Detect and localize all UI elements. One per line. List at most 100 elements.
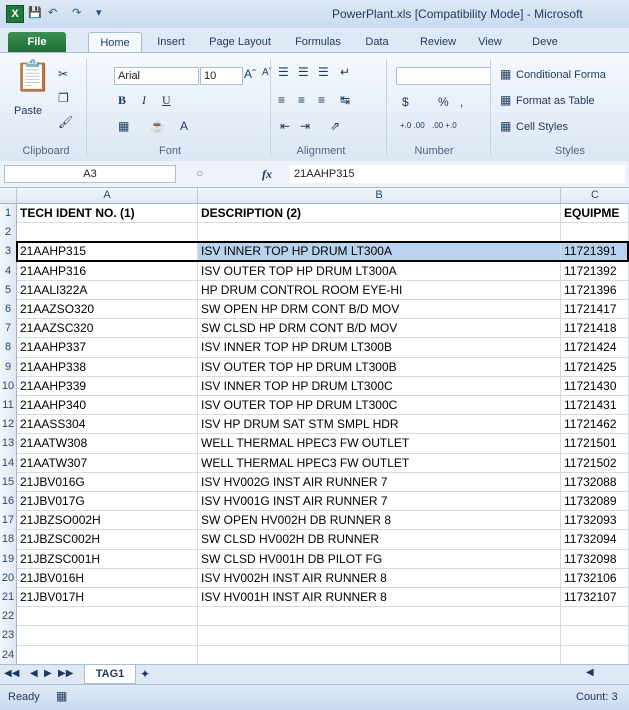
name-box[interactable]: A3	[4, 165, 176, 183]
undo-icon[interactable]: ↶	[48, 5, 57, 21]
currency-format-button[interactable]: $	[402, 95, 409, 109]
table-cell[interactable]: 21AAZSC320	[17, 319, 198, 339]
comma-format-button[interactable]: ,	[460, 95, 463, 109]
table-cell[interactable]: ISV OUTER TOP HP DRUM LT300A	[198, 261, 561, 281]
table-cell[interactable]: WELL THERMAL HPEC3 FW OUTLET	[198, 434, 561, 454]
table-cell[interactable]	[561, 645, 629, 664]
table-cell[interactable]: SW CLSD HV001H DB PILOT FG	[198, 549, 561, 569]
table-cell[interactable]: 11721391	[561, 242, 629, 262]
row-header[interactable]: 23	[0, 626, 17, 647]
table-cell[interactable]: 11732094	[561, 530, 629, 550]
formula-input[interactable]: 21AAHP315	[290, 165, 625, 183]
font-color-icon[interactable]: A	[180, 119, 188, 133]
row-header[interactable]: 15	[0, 472, 17, 493]
table-cell[interactable]: ISV INNER TOP HP DRUM LT300C	[198, 376, 561, 396]
grow-font-icon[interactable]: Aˆ	[244, 67, 256, 81]
table-cell[interactable]: WELL THERMAL HPEC3 FW OUTLET	[198, 453, 561, 473]
bold-icon[interactable]: B	[118, 93, 126, 108]
row-header[interactable]: 19	[0, 549, 17, 570]
align-right-icon[interactable]: ≡	[318, 93, 325, 107]
table-cell[interactable]	[17, 645, 198, 664]
cancel-formula-icon[interactable]: ○	[196, 166, 203, 180]
column-header-c[interactable]: C	[561, 188, 629, 204]
number-format-select[interactable]	[396, 67, 491, 85]
table-cell[interactable]: ISV INNER TOP HP DRUM LT300B	[198, 338, 561, 358]
decrease-indent-icon[interactable]: ⇤	[280, 119, 290, 133]
row-header[interactable]: 7	[0, 319, 17, 340]
align-left-icon[interactable]: ≡	[278, 93, 285, 107]
insert-sheet-icon[interactable]: ✦	[140, 667, 150, 681]
row-header[interactable]: 24	[0, 645, 17, 664]
excel-logo-icon[interactable]: X	[6, 5, 24, 23]
table-cell[interactable]	[17, 223, 198, 243]
table-cell[interactable]: 11721392	[561, 261, 629, 281]
table-cell[interactable]	[198, 626, 561, 646]
next-sheet-icon[interactable]: ▶	[44, 668, 52, 679]
tab-developer[interactable]: Deve	[520, 32, 570, 52]
header-cell[interactable]: DESCRIPTION (2)	[198, 204, 561, 224]
table-cell[interactable]: 21AATW307	[17, 453, 198, 473]
italic-icon[interactable]: I	[142, 93, 146, 108]
row-header[interactable]: 16	[0, 492, 17, 513]
table-cell[interactable]	[198, 223, 561, 243]
table-cell[interactable]: 11721501	[561, 434, 629, 454]
first-sheet-icon[interactable]: ◀◀	[4, 668, 19, 679]
font-size-select[interactable]: 10	[200, 67, 243, 85]
row-header[interactable]: 17	[0, 511, 17, 532]
customize-qat-icon[interactable]: ▾	[96, 5, 102, 21]
tab-insert[interactable]: Insert	[148, 32, 194, 52]
align-top-icon[interactable]: ☰	[278, 65, 289, 79]
table-cell[interactable]: 11721424	[561, 338, 629, 358]
table-cell[interactable]: 11732107	[561, 588, 629, 608]
table-cell[interactable]	[17, 626, 198, 646]
paste-icon[interactable]: 📋	[14, 59, 51, 94]
table-cell[interactable]	[561, 626, 629, 646]
align-bottom-icon[interactable]: ☰	[318, 65, 329, 79]
table-cell[interactable]: SW CLSD HP DRM CONT B/D MOV	[198, 319, 561, 339]
table-cell[interactable]: 11732106	[561, 568, 629, 588]
tab-file[interactable]: File	[8, 32, 66, 52]
column-header-a[interactable]: A	[17, 188, 198, 204]
decrease-decimal-button[interactable]: .00 +.0	[432, 121, 457, 130]
underline-icon[interactable]: U	[162, 93, 171, 108]
table-cell[interactable]: 21JBV016H	[17, 568, 198, 588]
tab-data[interactable]: Data	[356, 32, 398, 52]
orientation-icon[interactable]: ⇗	[330, 119, 340, 133]
table-cell[interactable]: 21AAHP340	[17, 396, 198, 416]
row-header[interactable]: 1	[0, 204, 17, 225]
table-cell[interactable]: 21AATW308	[17, 434, 198, 454]
table-cell[interactable]: 11721425	[561, 357, 629, 377]
table-cell[interactable]: 11732088	[561, 472, 629, 492]
macro-record-icon[interactable]: ▦	[56, 689, 67, 703]
sheet-tab-tag1[interactable]: TAG1	[84, 665, 136, 684]
tab-home[interactable]: Home	[88, 32, 142, 53]
row-header[interactable]: 2	[0, 223, 17, 244]
table-cell[interactable]: ISV HV002G INST AIR RUNNER 7	[198, 472, 561, 492]
row-header[interactable]: 8	[0, 338, 17, 359]
row-header[interactable]: 10	[0, 376, 17, 397]
save-icon[interactable]: 💾	[28, 5, 42, 21]
table-cell[interactable]: 21JBZSC002H	[17, 530, 198, 550]
table-cell[interactable]: 11721430	[561, 376, 629, 396]
table-cell[interactable]: 11732089	[561, 492, 629, 512]
increase-indent-icon[interactable]: ⇥	[300, 119, 310, 133]
format-as-table-button[interactable]: Format as Table	[516, 95, 595, 107]
table-cell[interactable]: 11732098	[561, 549, 629, 569]
row-header[interactable]: 20	[0, 568, 17, 589]
cell-styles-icon[interactable]: ▦	[500, 119, 511, 133]
table-cell[interactable]: ISV INNER TOP HP DRUM LT300A	[198, 242, 561, 262]
tab-review[interactable]: Review	[412, 32, 464, 52]
column-header-b[interactable]: B	[198, 188, 561, 204]
table-cell[interactable]: ISV HP DRUM SAT STM SMPL HDR	[198, 415, 561, 435]
row-header[interactable]: 5	[0, 280, 17, 301]
row-header[interactable]: 21	[0, 588, 17, 609]
table-cell[interactable]: 21AAHP339	[17, 376, 198, 396]
scroll-left-icon[interactable]: ◀	[586, 667, 594, 678]
align-middle-icon[interactable]: ☰	[298, 65, 309, 79]
tab-page-layout[interactable]: Page Layout	[200, 32, 280, 52]
table-cell[interactable]: SW OPEN HV002H DB RUNNER 8	[198, 511, 561, 531]
table-cell[interactable]: 11732093	[561, 511, 629, 531]
format-painter-icon[interactable]: 🖌	[58, 115, 73, 129]
borders-icon[interactable]: ▦	[118, 119, 129, 133]
font-name-select[interactable]: Arial	[114, 67, 199, 85]
